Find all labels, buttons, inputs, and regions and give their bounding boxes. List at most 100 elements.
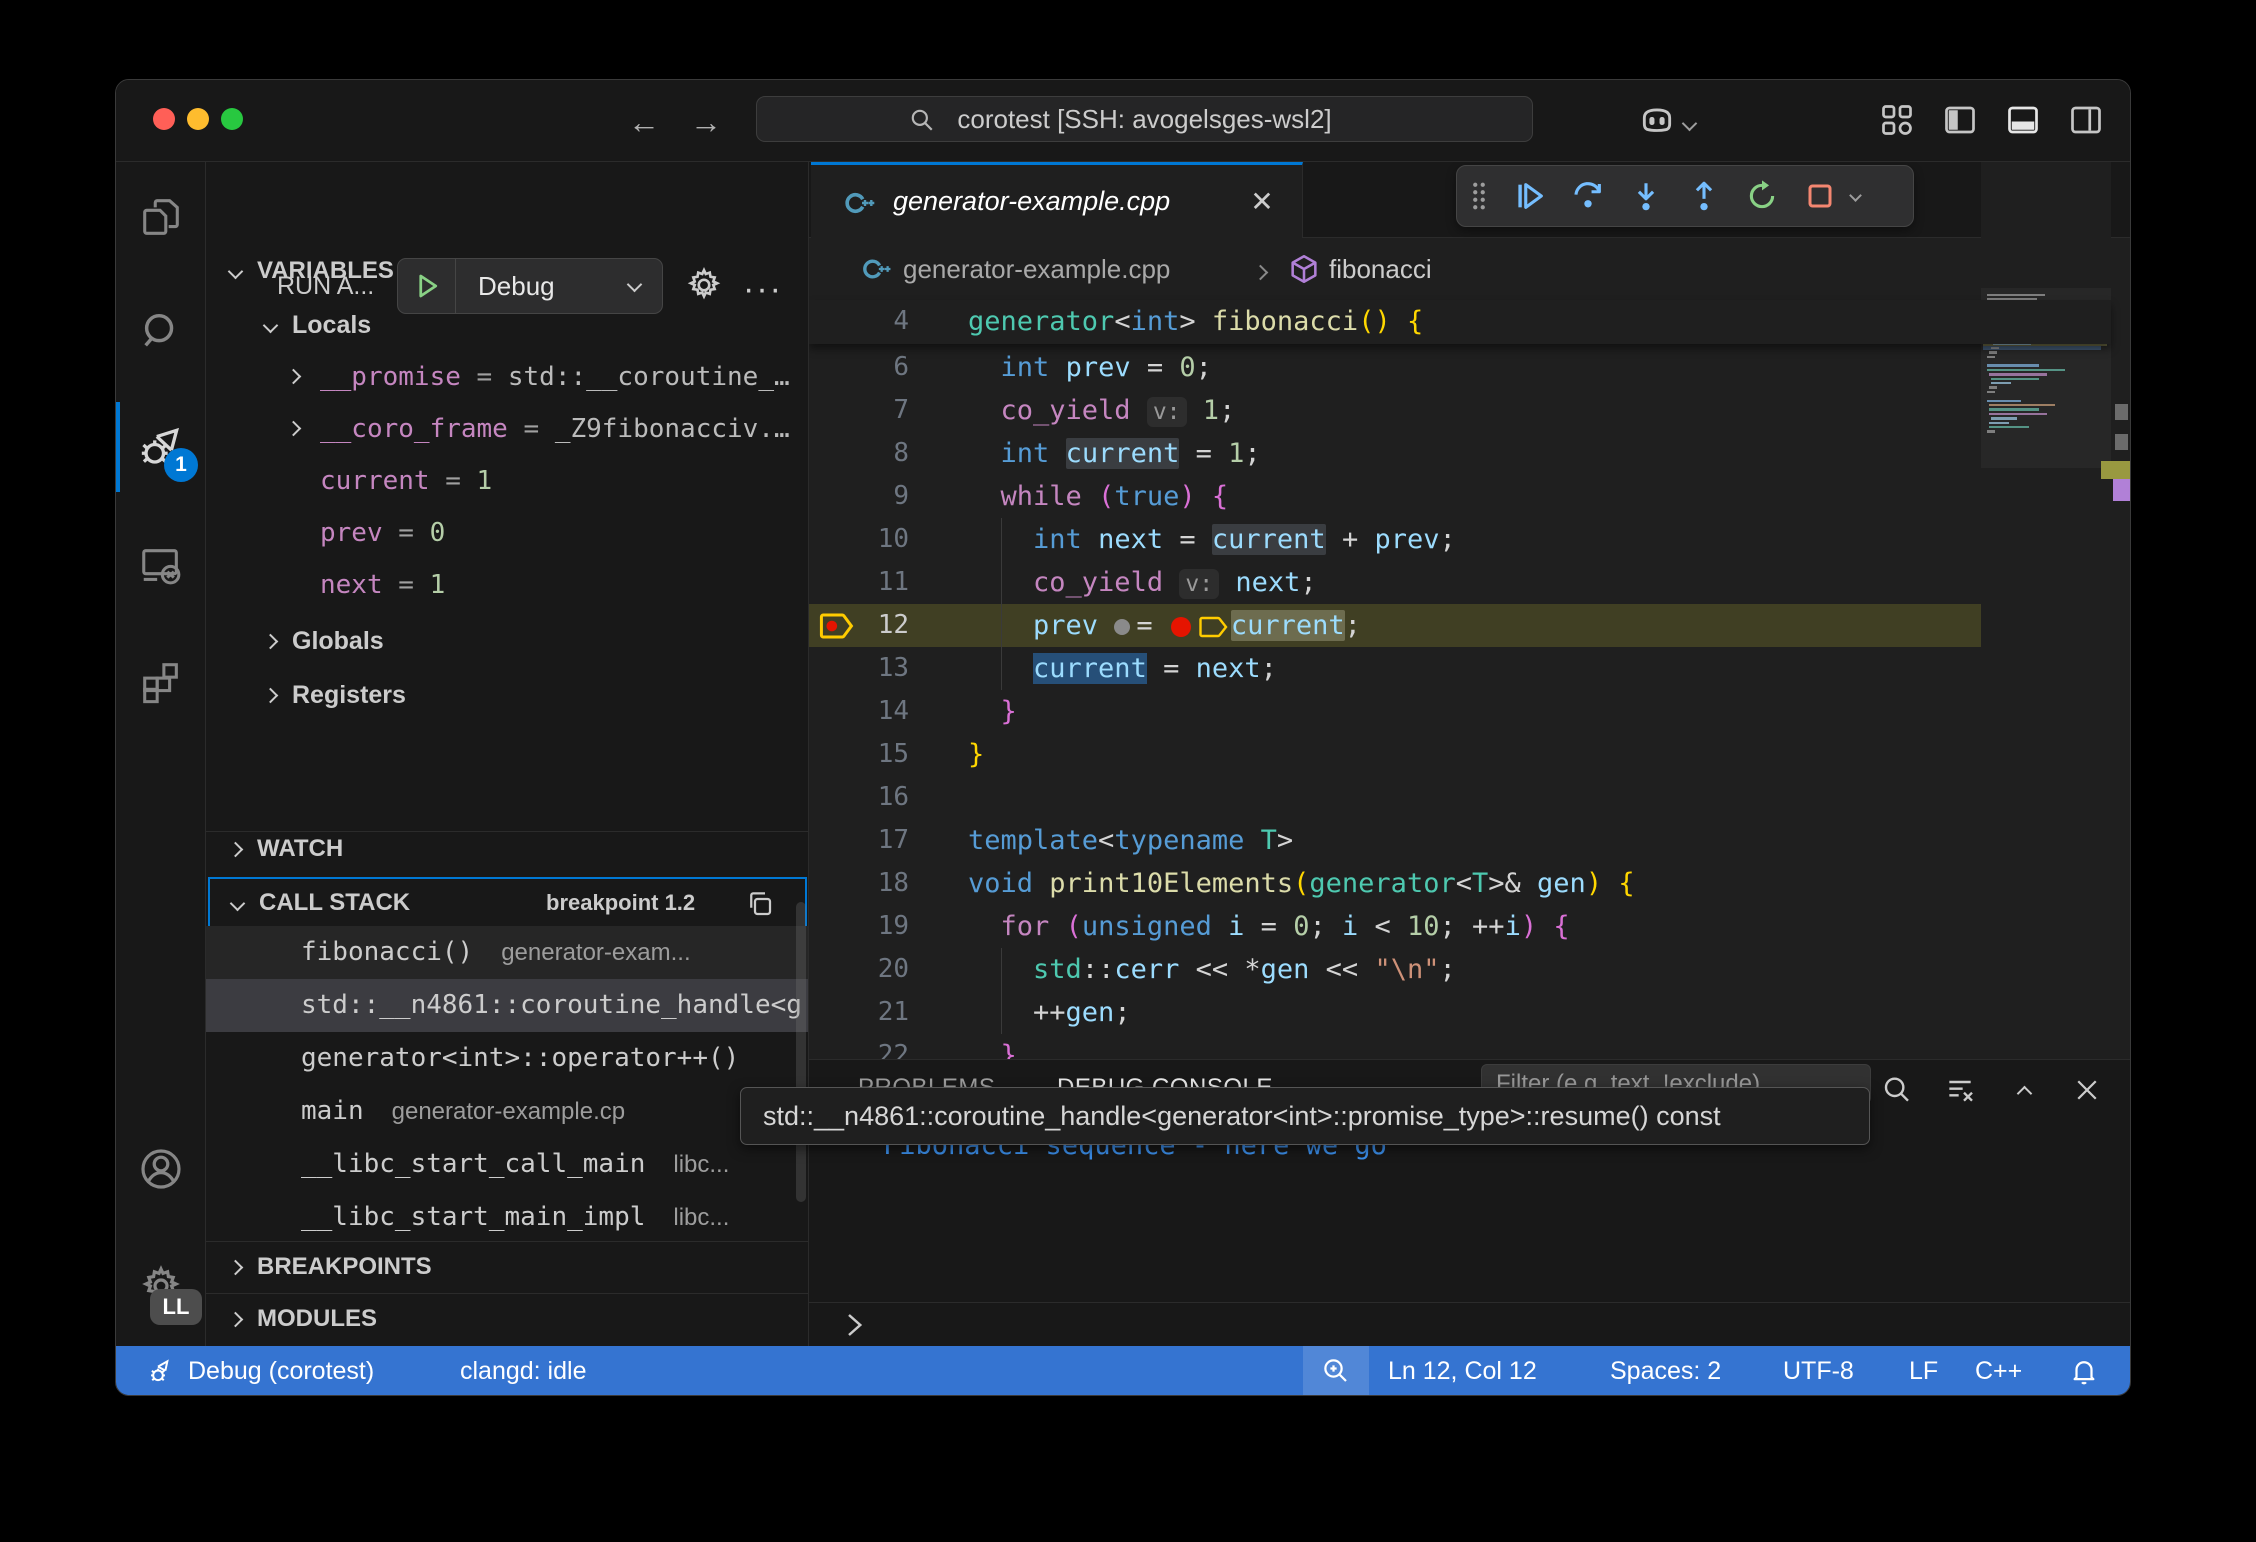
stop-chevron-icon[interactable] (1851, 187, 1860, 205)
code-line[interactable]: 19 for (unsigned i = 0; i < 10; ++i) { (809, 905, 2111, 948)
tab-close-icon[interactable]: ✕ (1243, 183, 1281, 221)
callstack-frame[interactable]: __libc_start_main_impllibc... (206, 1191, 809, 1244)
explorer-icon[interactable] (116, 172, 206, 262)
statusbar-debug-icon[interactable] (146, 1356, 178, 1396)
breadcrumbs[interactable]: generator-example.cpp fibonacci (809, 238, 2131, 300)
breadcrumb-file[interactable]: generator-example.cpp (903, 238, 1170, 300)
minimap[interactable] (1981, 162, 2111, 1059)
variable-row[interactable]: __promise = std::__coroutine_… (206, 351, 809, 403)
debug-toolbar (1456, 165, 1914, 227)
statusbar-encoding[interactable]: UTF-8 (1783, 1346, 1854, 1396)
zoom-window-button[interactable] (221, 108, 243, 130)
copilot-icon[interactable] (1638, 102, 1676, 140)
instruction-pointer-icon[interactable] (1199, 614, 1229, 640)
code-line[interactable]: 7 co_yield v: 1; (809, 389, 2111, 432)
back-arrow-icon[interactable]: ← (628, 104, 660, 141)
clear-console-icon[interactable] (1940, 1070, 1980, 1110)
code-line[interactable]: 22 } (809, 1034, 2111, 1059)
variable-row[interactable]: next = 1 (206, 559, 809, 611)
expand-chevron-icon[interactable] (286, 369, 302, 385)
code-line[interactable]: 10 int next = current + prev; (809, 518, 2111, 561)
sidebar-scrollbar[interactable] (796, 902, 806, 1202)
variable-row[interactable]: prev = 0 (206, 507, 809, 559)
globals-scope-row[interactable]: Globals (206, 615, 809, 667)
toggle-secondary-sidebar-icon[interactable] (2068, 102, 2104, 138)
statusbar-cursor-position[interactable]: Ln 12, Col 12 (1388, 1346, 1537, 1396)
tab-generator-example[interactable]: generator-example.cpp ✕ (811, 162, 1303, 238)
toggle-primary-sidebar-icon[interactable] (1942, 102, 1978, 138)
callstack-frame[interactable]: __libc_start_call_mainlibc... (206, 1138, 809, 1191)
code-line[interactable]: 13 current = next; (809, 647, 2111, 690)
code-line[interactable]: 15} (809, 733, 2111, 776)
variables-section-header[interactable]: VARIABLES (206, 245, 809, 297)
code-line[interactable]: 8 int current = 1; (809, 432, 2111, 475)
search-icon (909, 107, 935, 133)
callstack-frame[interactable]: generator<int>::operator++() (206, 1032, 809, 1085)
variable-row[interactable]: __coro_frame = _Z9fibonacciv.… (206, 403, 809, 455)
code-line[interactable]: 20 std::cerr << *gen << "\n"; (809, 948, 2111, 991)
modules-section-header[interactable]: MODULES (206, 1294, 809, 1344)
copy-callstack-icon[interactable] (745, 889, 775, 919)
customize-layout-icon[interactable] (1879, 102, 1915, 138)
step-over-icon[interactable] (1559, 167, 1617, 225)
remote-explorer-icon[interactable] (116, 521, 206, 611)
statusbar-screencast-zoom[interactable] (1303, 1346, 1369, 1396)
code-line[interactable]: 18void print10Elements(generator<T>& gen… (809, 862, 2111, 905)
account-icon[interactable] (116, 1124, 206, 1214)
registers-scope-row[interactable]: Registers (206, 669, 809, 721)
inline-dot-icon[interactable] (1114, 619, 1130, 635)
extensions-icon[interactable] (116, 636, 206, 726)
toggle-panel-icon[interactable] (2005, 102, 2041, 138)
code-line[interactable]: 6 int prev = 0; (809, 346, 2111, 389)
notifications-bell-icon[interactable] (2069, 1356, 2099, 1396)
callstack-frame[interactable]: maingenerator-example.cp (206, 1085, 809, 1138)
breakpoints-section-header[interactable]: BREAKPOINTS (206, 1242, 809, 1292)
restart-icon[interactable] (1733, 167, 1791, 225)
statusbar-debug-label[interactable]: Debug (corotest) (188, 1346, 374, 1396)
sticky-code-line[interactable]: 4generator<int> fibonacci() { (809, 300, 2111, 343)
statusbar-language[interactable]: C++ (1975, 1346, 2022, 1396)
statusbar-indentation[interactable]: Spaces: 2 (1610, 1346, 1721, 1396)
breadcrumb-symbol[interactable]: fibonacci (1329, 238, 1432, 300)
close-panel-icon[interactable] (2067, 1070, 2107, 1110)
overview-ruler (2111, 162, 2131, 1059)
command-center-search[interactable]: corotest [SSH: avogelsges-wsl2] (756, 96, 1533, 142)
expand-chevron-icon[interactable] (286, 421, 302, 437)
inline-breakpoint-icon[interactable] (1171, 617, 1191, 637)
code-line[interactable]: 21 ++gen; (809, 991, 2111, 1034)
sticky-scroll-line[interactable]: 4generator<int> fibonacci() { (809, 300, 2111, 344)
code-line[interactable]: 11 co_yield v: next; (809, 561, 2111, 604)
step-into-icon[interactable] (1617, 167, 1675, 225)
panel-search-icon[interactable] (1876, 1070, 1916, 1110)
search-icon[interactable] (116, 287, 206, 377)
statusbar-eol[interactable]: LF (1909, 1346, 1938, 1396)
locals-scope-row[interactable]: Locals (206, 299, 809, 351)
indent-guide (1001, 518, 1002, 690)
line-number: 15 (849, 733, 909, 776)
stop-icon[interactable] (1791, 167, 1849, 225)
forward-arrow-icon[interactable]: → (690, 104, 722, 141)
code-text: std::cerr << *gen << "\n"; (968, 948, 1456, 991)
toolbar-drag-handle[interactable] (1457, 167, 1501, 225)
code-line[interactable]: 9 while (true) { (809, 475, 2111, 518)
close-window-button[interactable] (153, 108, 175, 130)
copilot-chevron-icon[interactable] (1684, 116, 1695, 134)
code-line[interactable]: 17template<typename T> (809, 819, 2111, 862)
code-line[interactable]: 12 prev = current; (809, 604, 2111, 647)
settings-gear-icon[interactable]: LL (116, 1241, 206, 1331)
statusbar-clangd[interactable]: clangd: idle (460, 1346, 586, 1396)
run-and-debug-icon[interactable]: 1 (116, 402, 206, 492)
callstack-frame[interactable]: std::__n4861::coroutine_handle<g (206, 979, 809, 1032)
step-out-icon[interactable] (1675, 167, 1733, 225)
maximize-panel-icon[interactable] (2004, 1070, 2044, 1110)
continue-icon[interactable] (1501, 167, 1559, 225)
code-line[interactable]: 16 (809, 776, 2111, 819)
line-number: 17 (849, 819, 909, 862)
watch-section-header[interactable]: WATCH (206, 823, 809, 875)
variable-row[interactable]: current = 1 (206, 455, 809, 507)
console-prompt-icon[interactable] (839, 1310, 869, 1340)
minimize-window-button[interactable] (187, 108, 209, 130)
code-line[interactable]: 14 } (809, 690, 2111, 733)
callstack-frame[interactable]: fibonacci()generator-exam... (206, 926, 809, 979)
call-stack-section-header[interactable]: CALL STACK breakpoint 1.2 (208, 877, 807, 929)
